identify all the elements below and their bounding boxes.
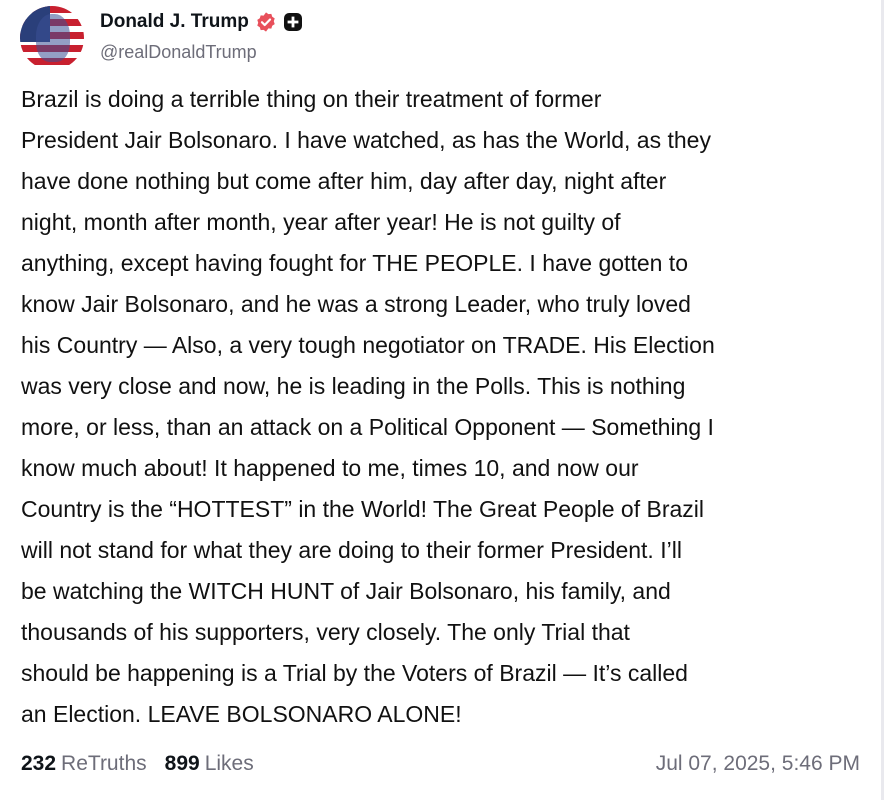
post-text-line: was very close and now, he is leading in… — [21, 373, 686, 399]
post-text-line: thousands of his supporters, very closel… — [21, 619, 630, 645]
author-display-name[interactable]: Donald J. Trump — [100, 11, 249, 33]
avatar-portrait — [36, 14, 70, 62]
author-name-row: Donald J. Trump — [100, 9, 303, 35]
post-text-line: have done nothing but come after him, da… — [21, 168, 667, 194]
post-text-line: anything, except having fought for THE P… — [21, 250, 688, 276]
retruths-stat[interactable]: 232 ReTruths — [21, 752, 147, 776]
post-text-line: Country is the “HOTTEST” in the World! T… — [21, 496, 705, 522]
plus-badge-icon — [283, 13, 302, 31]
post-body: Brazil is doing a terrible thing on thei… — [21, 79, 871, 735]
post-stats: 232 ReTruths 899 Likes — [21, 752, 254, 776]
likes-count: 899 — [164, 752, 200, 775]
post-text-line: will not stand for what they are doing t… — [21, 537, 682, 563]
avatar[interactable] — [20, 6, 84, 70]
post-text-line: should be happening is a Trial by the Vo… — [21, 660, 688, 686]
author-handle[interactable]: @realDonaldTrump — [100, 42, 257, 63]
post-text-line: his Country — Also, a very tough negotia… — [21, 332, 715, 358]
post-text-line: an Election. LEAVE BOLSONARO ALONE! — [21, 701, 462, 727]
post-footer: 232 ReTruths 899 Likes Jul 07, 2025, 5:46 … — [21, 748, 860, 780]
post-text-line: night, month after month, year after yea… — [21, 209, 621, 235]
post-text-line: be watching the WITCH HUNT of Jair Bolso… — [21, 578, 671, 604]
likes-stat[interactable]: 899 Likes — [165, 752, 254, 776]
post-text-line: know much about! It happened to me, time… — [21, 455, 639, 481]
post-text-line: more, or less, than an attack on a Polit… — [21, 414, 714, 440]
post-text-line: President Jair Bolsonaro. I have watched… — [21, 127, 711, 153]
verified-badge-icon — [257, 12, 275, 32]
likes-label: Likes — [204, 752, 254, 775]
post-timestamp[interactable]: Jul 07, 2025, 5:46 PM — [656, 752, 860, 776]
retruths-count: 232 — [21, 752, 57, 775]
retruths-label: ReTruths — [61, 752, 147, 775]
post-text-line: Brazil is doing a terrible thing on thei… — [21, 86, 602, 112]
post-text-line: know Jair Bolsonaro, and he was a strong… — [21, 291, 691, 317]
